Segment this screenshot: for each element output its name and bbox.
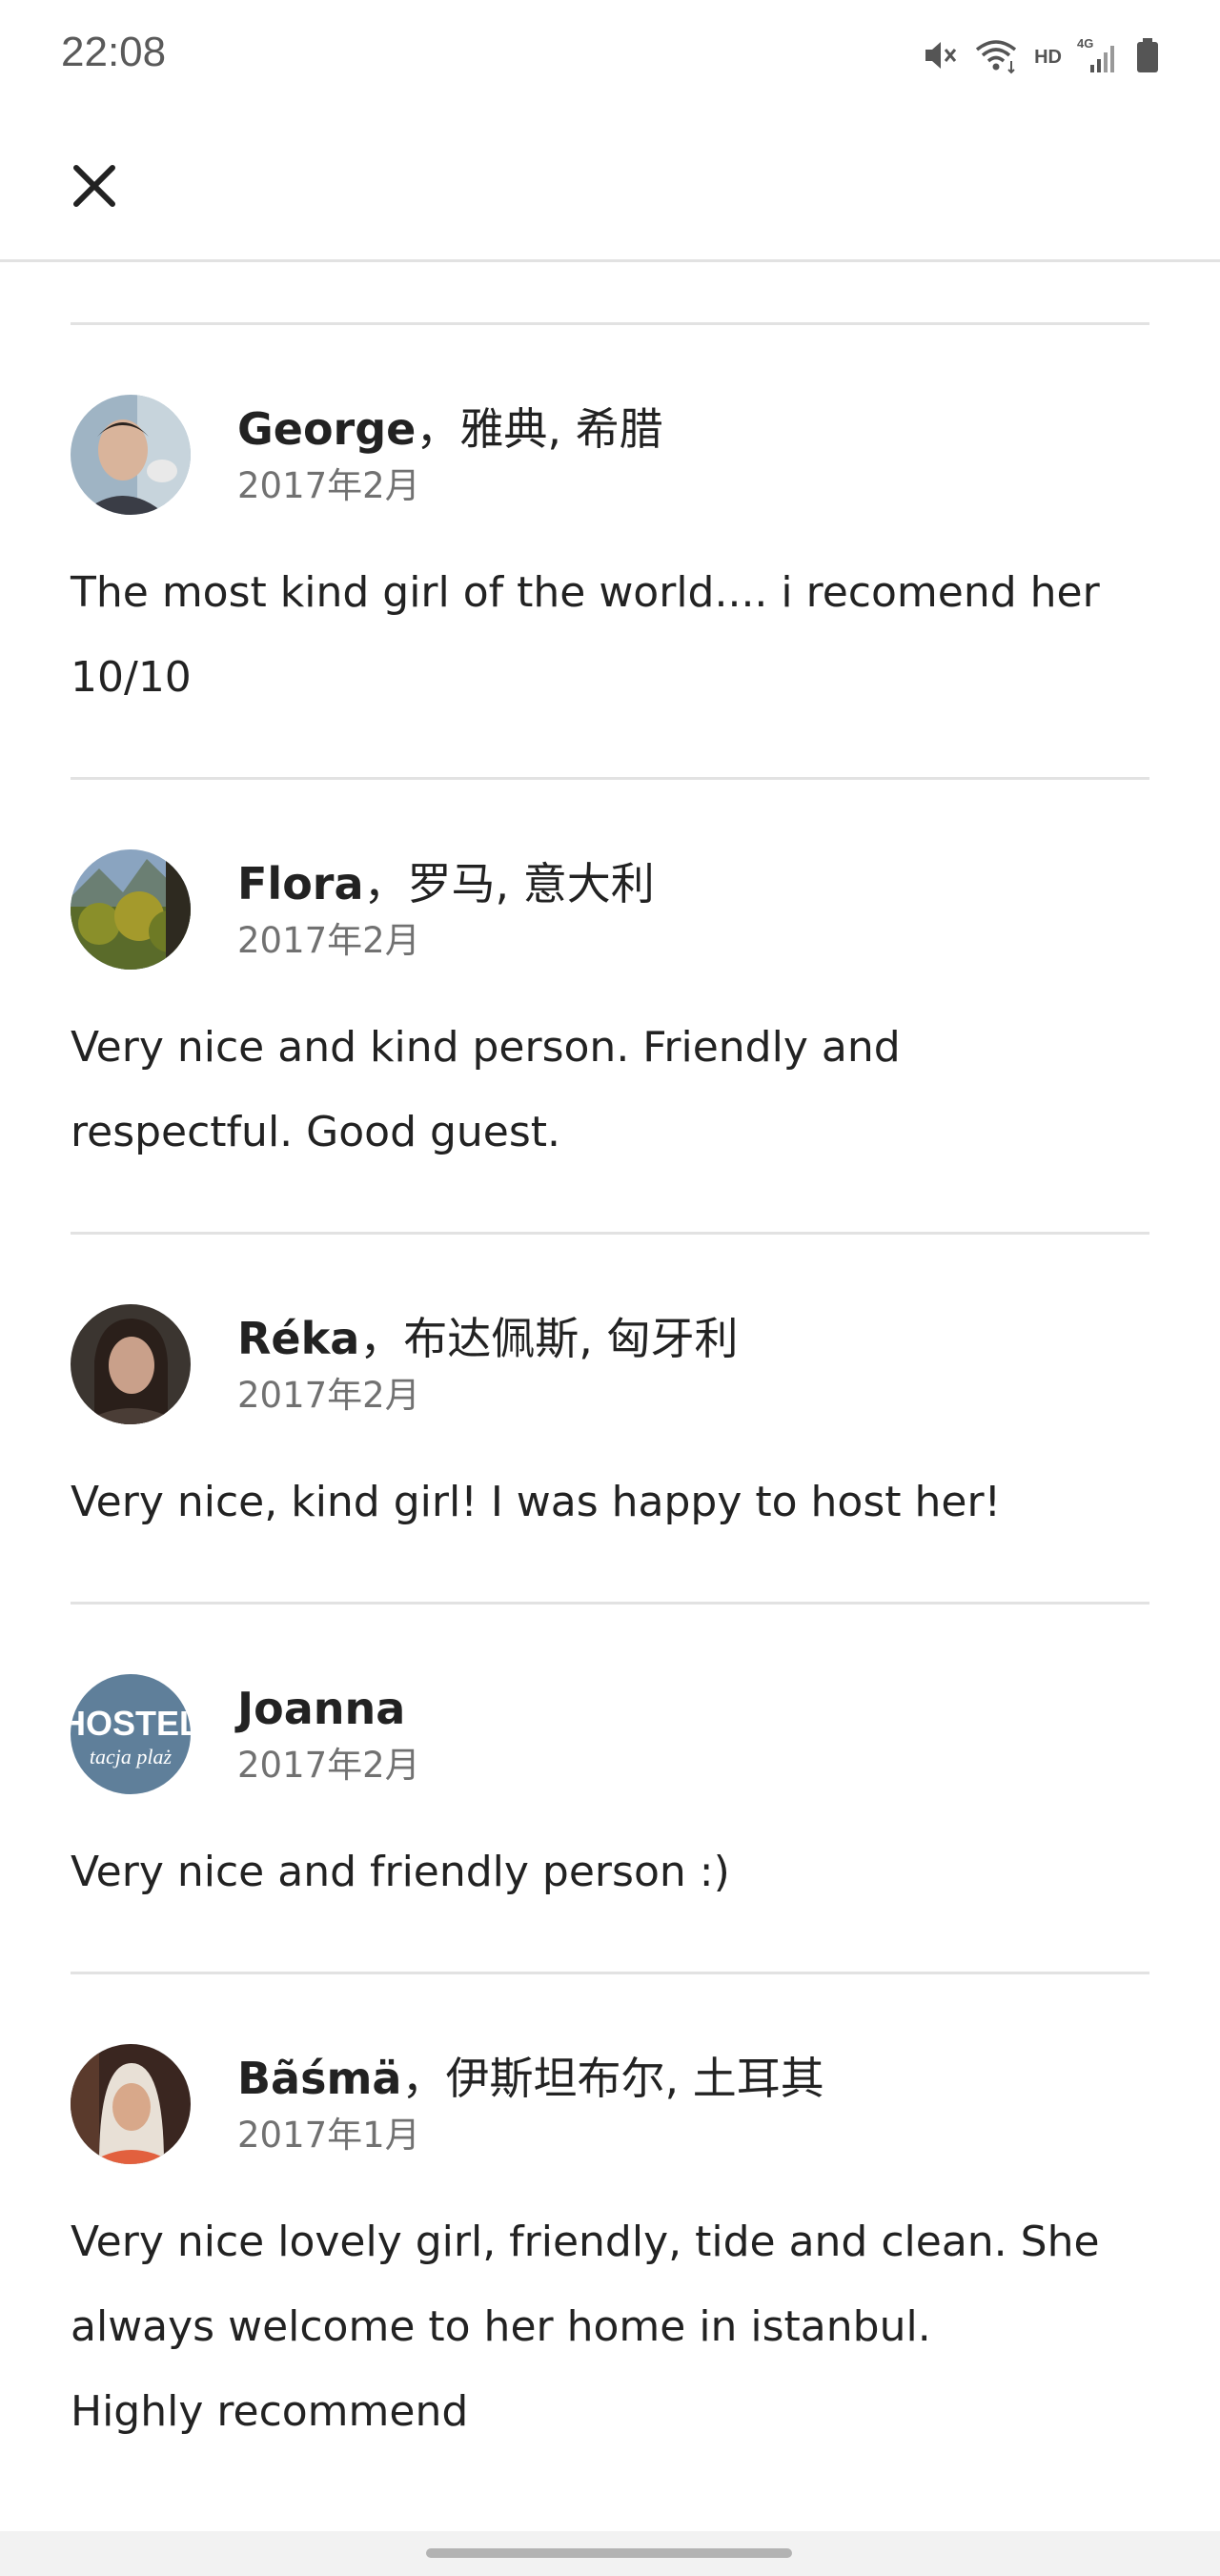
reviewer-location: ，雅典, 希腊 [416,403,663,455]
review-header: Bãśmä，伊斯坦布尔, 土耳其 2017年1月 [71,2044,1149,2166]
review-date: 2017年2月 [237,1375,420,1416]
close-button[interactable] [61,153,128,219]
avatar[interactable] [71,2044,191,2164]
status-time: 22:08 [61,29,167,75]
divider [71,777,1149,780]
battery-icon [1134,36,1161,78]
reviewer-first-name: Joanna [237,1683,406,1734]
reviewer-name: George，雅典, 希腊 [237,400,663,458]
hd-label: HD [1034,46,1062,68]
review-header: Flora，罗马, 意大利 2017年2月 [71,849,1149,971]
review-header: Réka，布达佩斯, 匈牙利 2017年2月 [71,1304,1149,1426]
review-header: HOSTEL tacja plaż Joanna 2017年2月 [71,1674,1149,1796]
review-text: Very nice lovely girl, friendly, tide an… [71,2218,1100,2436]
review-item: Bãśmä，伊斯坦布尔, 土耳其 2017年1月 Very nice lovel… [71,2044,1149,2454]
reviewer-name: Réka，布达佩斯, 匈牙利 [237,1310,739,1367]
reviewer-location: ，布达佩斯, 匈牙利 [359,1313,739,1364]
home-indicator-bar[interactable] [426,2548,792,2558]
avatar[interactable] [71,395,191,515]
review-text: Very nice, kind girl! I was happy to hos… [71,1478,1002,1526]
review-text: Very nice and friendly person :) [71,1848,730,1896]
avatar-logo-subtext: tacja plaż [90,1745,173,1768]
review-text: The most kind girl of the world.... i re… [71,568,1100,702]
review-date: 2017年2月 [237,920,420,961]
reviewer-first-name: Flora [237,858,364,910]
reviewer-first-name: George [237,403,417,455]
reviewer-name: Bãśmä，伊斯坦布尔, 土耳其 [237,2050,824,2107]
review-header: George，雅典, 希腊 2017年2月 [71,395,1149,517]
status-bar: 22:08 HD 4G [0,0,1220,114]
avatar-logo-text: HOSTEL [71,1704,191,1743]
svg-text:4G: 4G [1077,36,1093,51]
review-date: 2017年2月 [237,465,420,506]
divider [71,1972,1149,1974]
reviewer-location: ，伊斯坦布尔, 土耳其 [401,2053,824,2104]
avatar[interactable] [71,1304,191,1424]
review-date: 2017年2月 [237,1745,420,1786]
navigation-bar [0,2531,1220,2576]
reviewer-location: ，罗马, 意大利 [363,858,655,910]
close-icon [73,165,115,207]
modal-header [0,114,1220,262]
reviewer-first-name: Réka [237,1313,360,1364]
reviews-list[interactable]: George，雅典, 希腊 2017年2月 The most kind girl… [71,322,1149,2511]
review-text: Very nice and kind person. Friendly and … [71,1023,901,1156]
status-icons: HD 4G [920,34,1161,80]
avatar[interactable]: HOSTEL tacja plaż [71,1674,191,1794]
reviewer-name: Flora，罗马, 意大利 [237,855,655,912]
review-item: George，雅典, 希腊 2017年2月 The most kind girl… [71,395,1149,720]
review-item: Flora，罗马, 意大利 2017年2月 Very nice and kind… [71,849,1149,1175]
avatar[interactable] [71,849,191,970]
reviewer-name: Joanna [237,1680,405,1737]
reviewer-first-name: Bãśmä [237,2053,402,2104]
mute-icon [920,36,958,78]
review-item: HOSTEL tacja plaż Joanna 2017年2月 Very ni… [71,1674,1149,1914]
signal-icon: 4G [1077,36,1119,78]
review-date: 2017年1月 [237,2115,420,2156]
divider [71,322,1149,325]
divider [71,1232,1149,1235]
review-item: Réka，布达佩斯, 匈牙利 2017年2月 Very nice, kind g… [71,1304,1149,1544]
divider [71,1602,1149,1605]
wifi-icon [973,36,1019,78]
